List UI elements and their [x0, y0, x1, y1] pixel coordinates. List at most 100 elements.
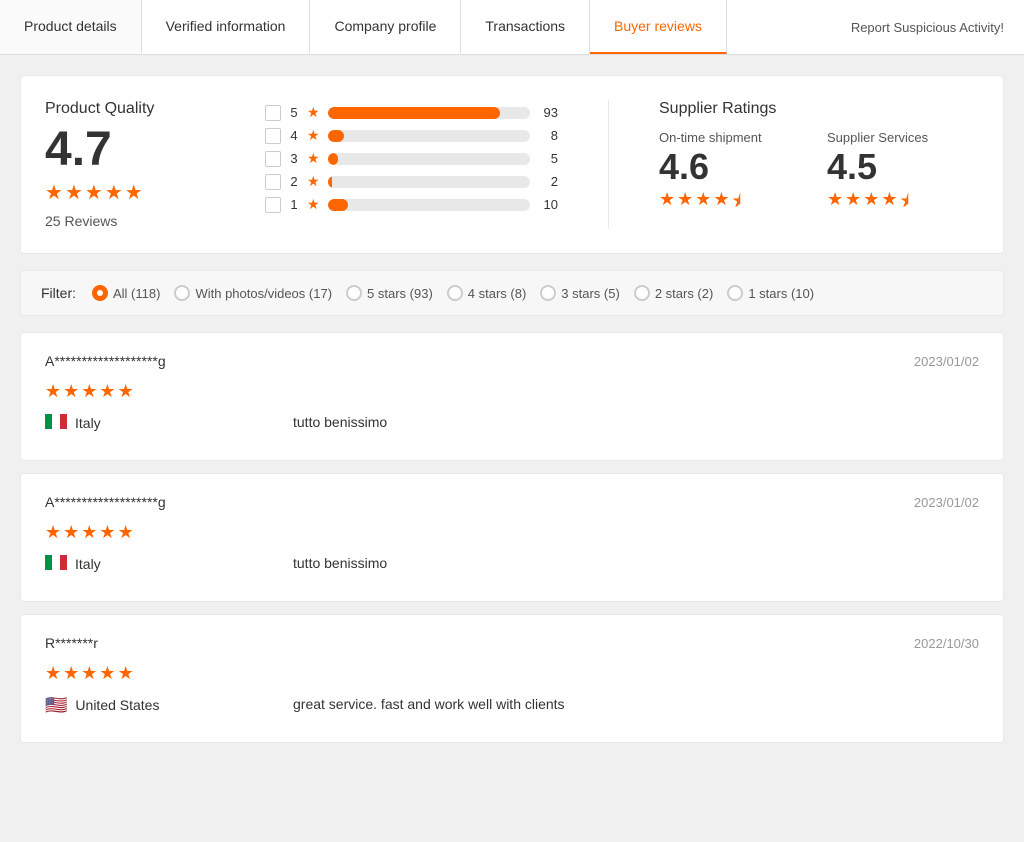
- filter-option-4stars[interactable]: 4 stars (8): [447, 285, 527, 301]
- page-wrapper: Product details Verified information Com…: [0, 0, 1024, 842]
- filter-label-3stars: 3 stars (5): [561, 286, 620, 301]
- filter-label-5stars: 5 stars (93): [367, 286, 433, 301]
- filter-label-photos: With photos/videos (17): [195, 286, 332, 301]
- bar-track: [328, 153, 530, 165]
- filter-label-all: All (118): [113, 286, 160, 301]
- reviewer-name: R*******r: [45, 635, 98, 651]
- filter-bar: Filter: All (118) With photos/videos (17)…: [20, 270, 1004, 316]
- bar-checkbox-3stars[interactable]: [265, 151, 281, 167]
- italy-flag-icon: [45, 555, 67, 573]
- product-quality-section: Product Quality 4.7 ★ ★ ★ ★ ★ 25 Reviews: [45, 100, 225, 229]
- bar-checkbox-5stars[interactable]: [265, 105, 281, 121]
- sr-star-icon: ★: [713, 189, 729, 219]
- sr-item-score: 4.6: [659, 149, 811, 185]
- bar-count: 93: [538, 105, 558, 120]
- review-body: Italytutto benissimo: [45, 555, 979, 581]
- italy-flag-icon: [45, 414, 67, 432]
- review-header: A*******************g 2023/01/02: [45, 353, 979, 369]
- radio-5stars[interactable]: [346, 285, 362, 301]
- filter-option-1stars[interactable]: 1 stars (10): [727, 285, 814, 301]
- filter-options: All (118) With photos/videos (17) 5 stars …: [92, 285, 814, 301]
- star-1: ★: [45, 180, 63, 205]
- review-date: 2022/10/30: [914, 636, 979, 651]
- filter-label: Filter:: [41, 285, 76, 301]
- filter-option-photos[interactable]: With photos/videos (17): [174, 285, 332, 301]
- review-star: ★: [45, 663, 61, 684]
- review-star: ★: [118, 381, 134, 402]
- bar-row-4stars: 4★8: [265, 127, 558, 144]
- review-star: ★: [118, 663, 134, 684]
- radio-1stars[interactable]: [727, 285, 743, 301]
- radio-2stars[interactable]: [634, 285, 650, 301]
- review-text: tutto benissimo: [293, 414, 979, 440]
- pq-title: Product Quality: [45, 100, 225, 118]
- radio-photos[interactable]: [174, 285, 190, 301]
- filter-option-3stars[interactable]: 3 stars (5): [540, 285, 620, 301]
- review-body: Italytutto benissimo: [45, 414, 979, 440]
- tab-verified-information[interactable]: Verified information: [142, 0, 311, 54]
- review-star: ★: [81, 381, 97, 402]
- review-body: 🇺🇸 United States great service. fast and w…: [45, 696, 979, 722]
- sr-star-icon: ★: [695, 189, 711, 219]
- country-name: United States: [75, 697, 159, 713]
- filter-label-4stars: 4 stars (8): [468, 286, 527, 301]
- review-card: A*******************g2023/01/02★★★★★Ital…: [20, 332, 1004, 461]
- review-star: ★: [63, 663, 79, 684]
- filter-option-2stars[interactable]: 2 stars (2): [634, 285, 714, 301]
- bar-checkbox-2stars[interactable]: [265, 174, 281, 190]
- review-header: R*******r 2022/10/30: [45, 635, 979, 651]
- sr-item-label: On-time shipment: [659, 130, 811, 145]
- review-star: ★: [99, 522, 115, 543]
- radio-3stars[interactable]: [540, 285, 556, 301]
- review-date: 2023/01/02: [914, 495, 979, 510]
- tab-company-profile[interactable]: Company profile: [310, 0, 461, 54]
- sr-star-icon: ⯨: [732, 189, 742, 219]
- radio-all[interactable]: [92, 285, 108, 301]
- bar-fill: [328, 130, 344, 142]
- us-flag-icon: 🇺🇸: [45, 696, 67, 714]
- bar-checkbox-4stars[interactable]: [265, 128, 281, 144]
- bar-star-icon: ★: [307, 150, 320, 167]
- star-3: ★: [85, 180, 103, 205]
- review-star: ★: [63, 381, 79, 402]
- bar-track: [328, 107, 530, 119]
- sr-item-label: Supplier Services: [827, 130, 979, 145]
- bar-count: 2: [538, 174, 558, 189]
- reviews-container: A*******************g2023/01/02★★★★★Ital…: [20, 332, 1004, 743]
- bar-row-1stars: 1★10: [265, 196, 558, 213]
- bar-fill: [328, 176, 332, 188]
- bar-fill: [328, 153, 338, 165]
- sr-star-icon: ⯨: [900, 189, 910, 219]
- review-date: 2023/01/02: [914, 354, 979, 369]
- bar-star-number: 2: [289, 174, 299, 189]
- filter-label-1stars: 1 stars (10): [748, 286, 814, 301]
- review-text: great service. fast and work well with c…: [293, 696, 979, 722]
- review-star: ★: [99, 663, 115, 684]
- review-country: Italy: [45, 555, 285, 573]
- sr-star-icon: ★: [845, 189, 861, 219]
- sr-item-0: On-time shipment4.6★★★★⯨: [659, 130, 811, 219]
- filter-option-5stars[interactable]: 5 stars (93): [346, 285, 433, 301]
- filter-option-all[interactable]: All (118): [92, 285, 160, 301]
- report-suspicious-button[interactable]: Report Suspicious Activity!: [831, 0, 1024, 54]
- tab-transactions[interactable]: Transactions: [461, 0, 590, 54]
- tab-buyer-reviews[interactable]: Buyer reviews: [590, 0, 727, 54]
- bar-row-3stars: 3★5: [265, 150, 558, 167]
- main-content: Product Quality 4.7 ★ ★ ★ ★ ★ 25 Reviews…: [0, 55, 1024, 775]
- radio-4stars[interactable]: [447, 285, 463, 301]
- bar-fill: [328, 107, 500, 119]
- reviewer-name: A*******************g: [45, 353, 166, 369]
- sr-star-icon: ★: [827, 189, 843, 219]
- sr-grid: On-time shipment4.6★★★★⯨Supplier Service…: [659, 130, 979, 219]
- review-star: ★: [99, 381, 115, 402]
- bar-star-number: 4: [289, 128, 299, 143]
- bar-star-number: 5: [289, 105, 299, 120]
- bar-star-icon: ★: [307, 127, 320, 144]
- review-star: ★: [45, 381, 61, 402]
- tab-product-details[interactable]: Product details: [0, 0, 142, 54]
- sr-item-score: 4.5: [827, 149, 979, 185]
- bar-checkbox-1stars[interactable]: [265, 197, 281, 213]
- section-divider: [608, 100, 609, 229]
- bar-track: [328, 130, 530, 142]
- review-star: ★: [118, 522, 134, 543]
